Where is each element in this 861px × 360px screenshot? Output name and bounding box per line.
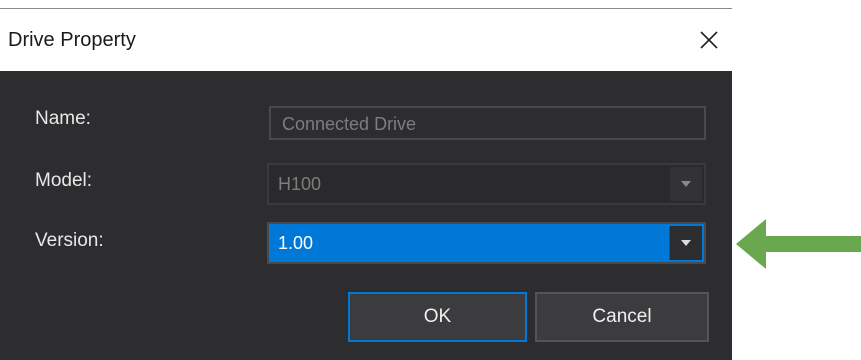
close-icon [700,31,718,49]
dialog-title: Drive Property [8,29,136,51]
title-bar: Drive Property [0,9,732,71]
ok-button[interactable]: OK [348,292,527,342]
version-dropdown-button[interactable] [669,226,702,260]
model-value: H100 [278,174,322,194]
version-label: Version: [35,230,104,251]
close-button[interactable] [686,21,732,59]
model-select: H100 [267,163,706,205]
model-label: Model: [35,170,93,191]
chevron-down-icon [681,181,691,187]
model-dropdown-button [670,167,702,201]
name-label: Name: [35,108,91,129]
chevron-down-icon [681,240,691,246]
drive-property-dialog: Drive Property Name: Connected Drive Mod… [0,0,732,360]
version-value: 1.00 [278,233,314,253]
version-select[interactable]: 1.00 [267,222,706,264]
cancel-button[interactable]: Cancel [535,292,709,342]
arrow-left-icon [736,219,861,269]
name-field: Connected Drive [269,106,706,140]
